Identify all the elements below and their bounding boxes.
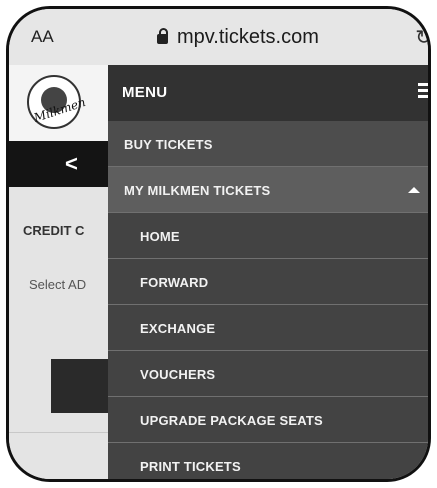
caret-up-icon[interactable] [408, 187, 420, 193]
milkmen-logo[interactable]: Milkmen [27, 75, 87, 129]
submenu-item-print-tickets[interactable]: PRINT TICKETS [108, 443, 428, 479]
text-size-button[interactable]: AA [31, 27, 54, 47]
browser-address-bar: AA mpv.tickets.com ↻ [9, 9, 428, 65]
select-address-text: Select AD [29, 277, 87, 292]
submenu-item-exchange[interactable]: EXCHANGE [108, 305, 428, 351]
submenu-item-label: VOUCHERS [140, 367, 216, 382]
menu-title: MENU [122, 84, 168, 101]
divider [9, 432, 109, 433]
submenu-item-label: UPGRADE PACKAGE SEATS [140, 413, 323, 428]
menu-item-my-milkmen-tickets[interactable]: MY MILKMEN TICKETS [108, 167, 428, 213]
url-text: mpv.tickets.com [177, 26, 319, 48]
menu-item-label: BUY TICKETS [124, 137, 213, 152]
submenu-item-label: PRINT TICKETS [140, 459, 241, 474]
submenu-item-label: HOME [140, 229, 180, 244]
submenu-item-vouchers[interactable]: VOUCHERS [108, 351, 428, 397]
logo-bar: Milkmen [9, 65, 109, 142]
hamburger-icon[interactable] [418, 83, 428, 98]
back-chevron-icon[interactable]: < [65, 151, 78, 177]
reload-icon[interactable]: ↻ [415, 25, 428, 50]
menu-header: MENU [108, 65, 428, 121]
lock-icon [157, 28, 168, 44]
url-field[interactable]: mpv.tickets.com [157, 26, 319, 49]
navigation-menu: MENU BUY TICKETS MY MILKMEN TICKETS HOME… [108, 65, 428, 479]
submenu-item-forward[interactable]: FORWARD [108, 259, 428, 305]
submenu-item-upgrade-package-seats[interactable]: UPGRADE PACKAGE SEATS [108, 397, 428, 443]
menu-item-label: MY MILKMEN TICKETS [124, 183, 271, 198]
credit-card-heading: CREDIT C [23, 223, 85, 238]
submenu-item-label: EXCHANGE [140, 321, 216, 336]
submenu-item-label: FORWARD [140, 275, 209, 290]
submenu-item-home[interactable]: HOME [108, 213, 428, 259]
back-bar: < [9, 141, 109, 187]
menu-item-buy-tickets[interactable]: BUY TICKETS [108, 121, 428, 167]
phone-screen: AA mpv.tickets.com ↻ Milkmen < CREDIT C … [6, 6, 431, 482]
